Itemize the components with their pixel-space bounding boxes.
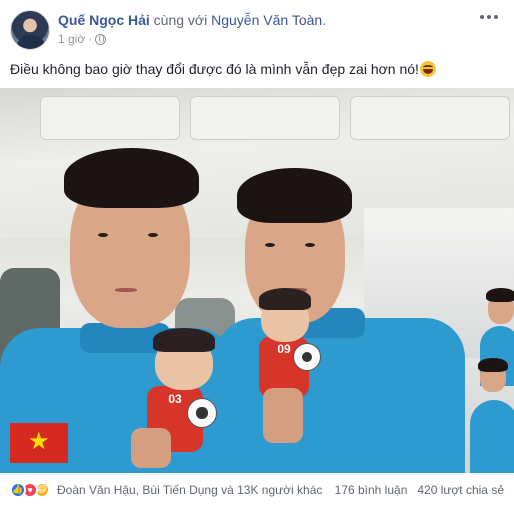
overhead-bin [40,96,180,140]
engagement-counts: 176 bình luận 420 lượt chia sẻ [335,483,504,497]
comment-count-link[interactable]: 176 bình luận [335,483,408,497]
reactors-summary[interactable]: Đoàn Văn Hậu, Bùi Tiến Dụng và 13K người… [57,483,335,497]
laughing-emoji-icon [419,61,436,77]
post-photo[interactable]: 03 09 [0,88,514,473]
like-icon: 👍 [10,481,26,498]
post-status-text: Điều không bao giờ thay đổi được đó là m… [10,60,504,78]
facebook-post: Quế Ngọc Hải cùng với Nguyễn Văn Toàn. 1… [0,0,514,506]
tagged-suffix: . [322,12,327,28]
vietnam-flag-patch [10,423,68,463]
avatar-shirt [17,35,45,49]
overhead-bin [190,96,340,140]
meta-separator: · [88,32,93,46]
post-meta: 1 giờ · [58,32,107,46]
share-count-link[interactable]: 420 lượt chia sẻ [417,483,504,497]
author-avatar[interactable] [10,10,50,50]
reaction-icons[interactable]: 👍 ♥ 😄 [10,481,50,498]
author-line: Quế Ngọc Hải cùng với Nguyễn Văn Toàn. [58,12,326,28]
globe-icon[interactable] [95,33,107,45]
more-options-icon[interactable] [480,12,500,22]
overhead-bin [350,96,510,140]
author-name-link[interactable]: Quế Ngọc Hải [58,12,150,28]
status-message: Điều không bao giờ thay đổi được đó là m… [10,61,419,77]
post-footer: 👍 ♥ 😄 Đoàn Văn Hậu, Bùi Tiến Dụng và 13K… [0,473,514,506]
post-timestamp[interactable]: 1 giờ [58,32,85,46]
with-text: cùng với [149,12,212,28]
tagged-friend-link[interactable]: Nguyễn Văn Toàn [211,12,322,28]
post-header: Quế Ngọc Hải cùng với Nguyễn Văn Toàn. 1… [10,10,504,52]
